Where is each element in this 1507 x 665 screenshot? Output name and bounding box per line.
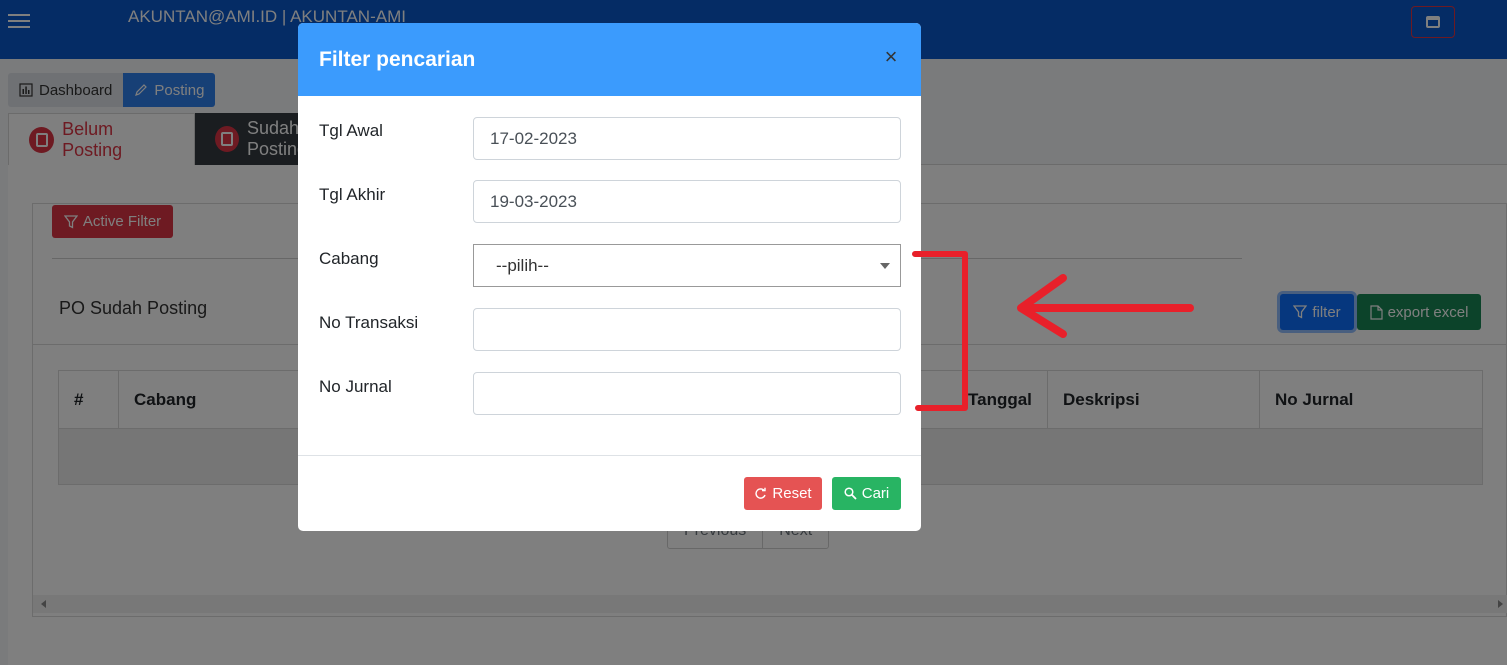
annotation-arrow-icon [912, 251, 1194, 411]
chevron-down-icon [880, 263, 890, 269]
reset-button[interactable]: Reset [744, 477, 822, 510]
no-jurnal-input[interactable] [473, 372, 901, 415]
reset-button-label: Reset [772, 485, 812, 502]
tgl-awal-label: Tgl Awal [319, 121, 383, 140]
filter-modal: Filter pencarian × Tgl Awal 17-02-2023 T… [298, 23, 921, 531]
no-jurnal-label: No Jurnal [319, 377, 392, 396]
refresh-icon [755, 487, 767, 499]
modal-header: Filter pencarian [298, 23, 921, 96]
tgl-awal-input[interactable]: 17-02-2023 [473, 117, 901, 160]
cari-button[interactable]: Cari [832, 477, 901, 510]
tgl-akhir-label: Tgl Akhir [319, 185, 386, 204]
cari-button-label: Cari [861, 485, 890, 502]
cabang-label: Cabang [319, 249, 379, 268]
close-icon[interactable]: × [883, 46, 899, 68]
cabang-select[interactable]: --pilih-- [473, 244, 901, 287]
modal-footer-divider [298, 455, 921, 456]
search-icon [844, 487, 857, 500]
tgl-akhir-input[interactable]: 19-03-2023 [473, 180, 901, 223]
cabang-select-value: --pilih-- [496, 255, 549, 275]
no-transaksi-label: No Transaksi [319, 313, 419, 332]
modal-title: Filter pencarian [319, 47, 476, 71]
no-transaksi-input[interactable] [473, 308, 901, 351]
